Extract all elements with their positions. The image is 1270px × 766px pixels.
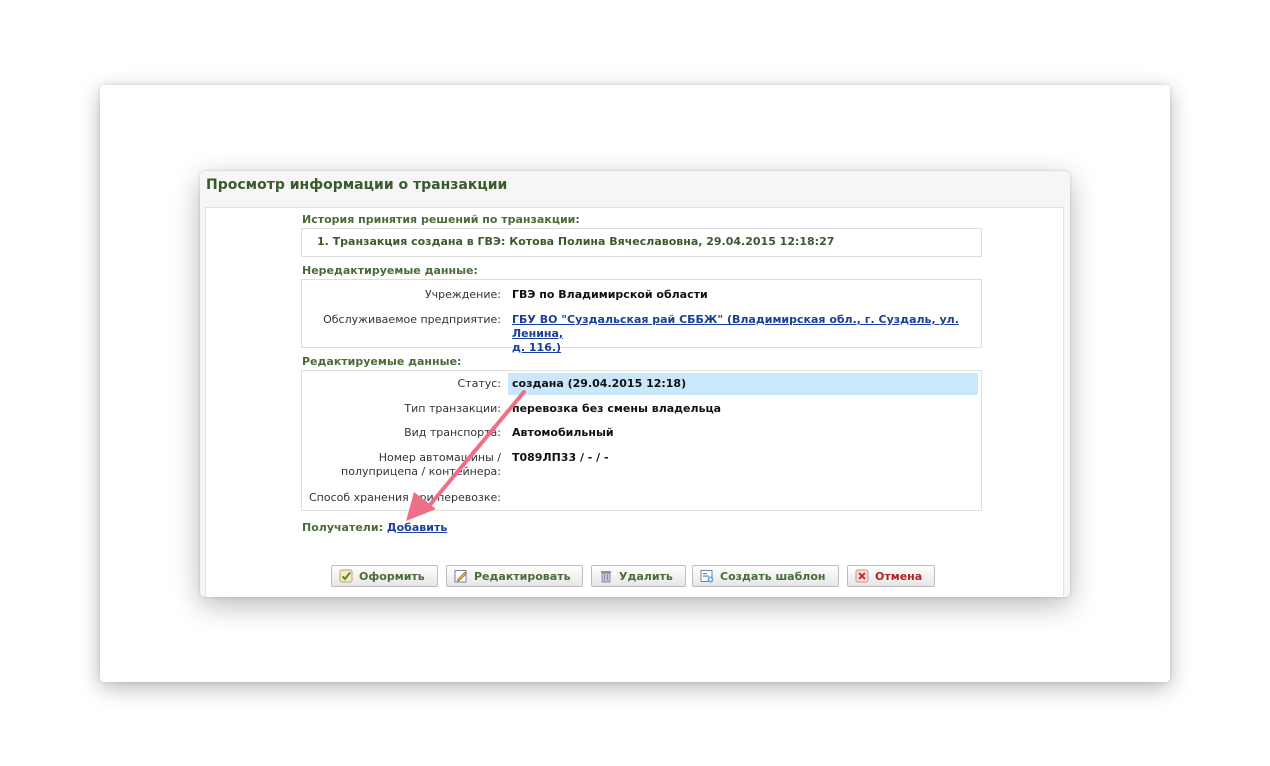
trash-icon	[599, 569, 613, 583]
delete-button[interactable]: Удалить	[591, 565, 686, 587]
enterprise-link[interactable]: ГБУ ВО "Суздальская рай СББЖ" (Владимирс…	[512, 313, 972, 355]
status-label: Статус:	[457, 377, 501, 390]
transaction-type-value: перевозка без смены владельца	[512, 402, 722, 415]
close-icon	[855, 569, 869, 583]
cancel-button-label: Отмена	[875, 569, 923, 583]
vehicle-label-line2: полуприцепа / контейнера:	[341, 465, 501, 478]
edit-button[interactable]: Редактировать	[446, 565, 583, 587]
history-box: 1. Транзакция создана в ГВЭ: Котова Поли…	[301, 228, 982, 257]
enterprise-label: Обслуживаемое предприятие:	[323, 313, 501, 326]
add-recipient-link[interactable]: Добавить	[387, 521, 447, 534]
transaction-type-label: Тип транзакции:	[404, 402, 501, 415]
submit-button-label: Оформить	[359, 569, 425, 583]
storage-label: Способ хранения при перевозке:	[308, 491, 501, 504]
edit-button-label: Редактировать	[474, 569, 571, 583]
submit-button[interactable]: Оформить	[331, 565, 438, 587]
institution-value: ГВЭ по Владимирской области	[512, 288, 708, 301]
status-value: создана (29.04.2015 12:18)	[512, 377, 687, 390]
history-entry: 1. Транзакция создана в ГВЭ: Котова Поли…	[317, 235, 835, 248]
create-template-button[interactable]: Создать шаблон	[692, 565, 839, 587]
enterprise-link-line1[interactable]: ГБУ ВО "Суздальская рай СББЖ" (Владимирс…	[512, 313, 959, 340]
cancel-button[interactable]: Отмена	[847, 565, 935, 587]
recipients-row: Получатели: Добавить	[302, 521, 447, 534]
dialog-title: Просмотр информации о транзакции	[206, 177, 508, 193]
institution-label: Учреждение:	[424, 288, 501, 301]
checkmark-icon	[339, 569, 353, 583]
readonly-section-label: Нередактируемые данные:	[302, 264, 478, 277]
transaction-dialog: Просмотр информации о транзакции История…	[200, 171, 1070, 597]
transport-label: Вид транспорта:	[404, 426, 501, 439]
template-icon	[700, 569, 714, 583]
readonly-box: Учреждение: ГВЭ по Владимирской области …	[301, 279, 982, 354]
recipients-label: Получатели:	[302, 521, 383, 534]
transport-value: Автомобильный	[512, 426, 614, 439]
editable-box: Статус: создана (29.04.2015 12:18) Тип т…	[301, 370, 982, 511]
enterprise-link-line2[interactable]: д. 116.)	[512, 341, 561, 354]
vehicle-value: Т089ЛП33 / - / -	[512, 451, 609, 464]
delete-button-label: Удалить	[619, 569, 673, 583]
vehicle-label: Номер автомашины / полуприцепа / контейн…	[341, 451, 501, 479]
history-section-label: История принятия решений по транзакции:	[302, 213, 580, 226]
create-template-button-label: Создать шаблон	[720, 569, 826, 583]
vehicle-label-line1: Номер автомашины /	[378, 451, 501, 464]
edit-icon	[454, 569, 468, 583]
editable-section-label: Редактируемые данные:	[302, 355, 462, 368]
dialog-body: История принятия решений по транзакции: …	[205, 207, 1064, 597]
